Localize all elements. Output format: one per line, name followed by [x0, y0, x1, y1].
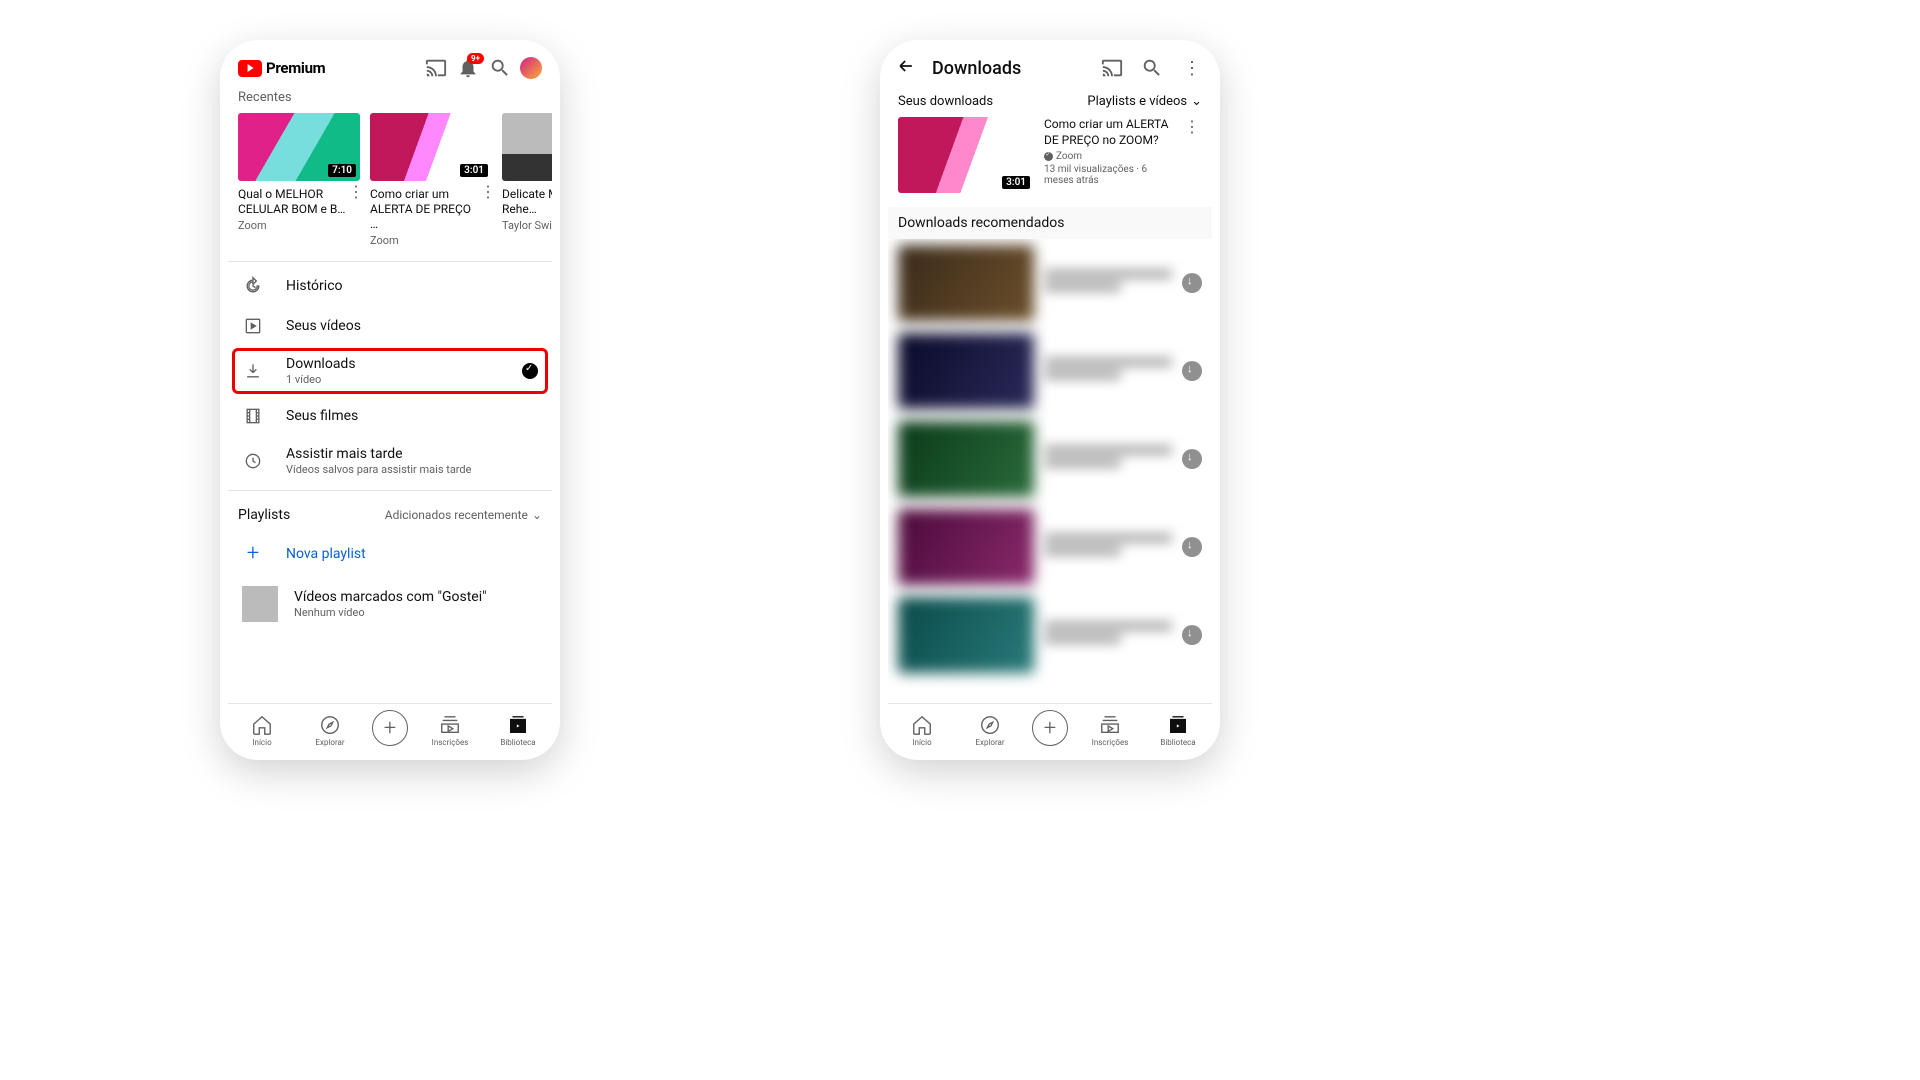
nav-create[interactable]: + [370, 710, 410, 750]
premium-label: Premium [266, 59, 325, 77]
video-thumbnail [502, 113, 552, 181]
playlists-header: Playlists Adicionados recentemente ⌄ [228, 495, 552, 531]
nav-explore[interactable]: Explorar [962, 714, 1018, 747]
video-card[interactable]: 7:10 Qual o MELHOR CELULAR BOM e B… ⋮ Zo… [238, 113, 360, 247]
watch-later-row[interactable]: Assistir mais tarde Vídeos salvos para a… [228, 436, 552, 486]
history-icon [242, 276, 264, 296]
download-button[interactable] [1182, 273, 1202, 293]
liked-playlist-row[interactable]: Vídeos marcados com "Gostei" Nenhum víde… [228, 576, 552, 632]
playlists-sort[interactable]: Adicionados recentemente ⌄ [385, 508, 542, 522]
channel-name: Zoom [370, 234, 492, 247]
youtube-logo[interactable]: Premium [238, 59, 325, 77]
nav-create[interactable]: + [1030, 710, 1070, 750]
more-icon[interactable]: ⋮ [348, 187, 360, 197]
chevron-down-icon: ⌄ [1191, 94, 1202, 109]
video-thumbnail [898, 597, 1034, 673]
duration-badge: 3:01 [1002, 176, 1030, 189]
downloads-screen: Downloads ⋮ Seus downloads Playlists e v… [880, 40, 1220, 760]
video-thumbnail: 3:01 [898, 117, 1034, 193]
bottom-nav: Início Explorar + Inscrições Biblioteca [228, 703, 552, 760]
library-screen: Premium 9+ Recentes 7:10 Qual o MELHOR C… [220, 40, 560, 760]
video-card[interactable]: Delicate Mu… Dance Rehe… Taylor Swift [502, 113, 552, 247]
more-icon[interactable]: ⋮ [1180, 56, 1204, 80]
duration-badge: 3:01 [460, 164, 488, 177]
history-row[interactable]: Histórico [228, 266, 552, 306]
download-button[interactable] [1182, 449, 1202, 469]
playlist-thumbnail [242, 586, 278, 622]
video-thumbnail [898, 245, 1034, 321]
nav-home[interactable]: Início [894, 714, 950, 747]
download-button[interactable] [1182, 537, 1202, 557]
recent-videos-row[interactable]: 7:10 Qual o MELHOR CELULAR BOM e B… ⋮ Zo… [228, 113, 552, 257]
clock-icon [242, 451, 264, 471]
back-button[interactable] [896, 56, 916, 80]
channel-name: Taylor Swift [502, 219, 552, 232]
recommended-row[interactable] [888, 503, 1212, 591]
video-thumbnail [898, 509, 1034, 585]
youtube-icon [238, 60, 262, 77]
video-meta: 13 mil visualizações · 6 meses atrás [1044, 164, 1172, 186]
downloads-row[interactable]: Downloads 1 vídeo [232, 348, 548, 394]
play-square-icon [242, 316, 264, 336]
notif-badge: 9+ [467, 53, 484, 64]
notifications-icon[interactable]: 9+ [456, 56, 480, 80]
recommended-row[interactable] [888, 327, 1212, 415]
recommended-row[interactable] [888, 415, 1212, 503]
verified-icon [1044, 152, 1053, 161]
movies-row[interactable]: Seus filmes [228, 396, 552, 436]
video-thumbnail [898, 421, 1034, 497]
check-icon [522, 363, 538, 379]
search-icon[interactable] [1140, 56, 1164, 80]
bottom-nav: Início Explorar + Inscrições Biblioteca [888, 703, 1212, 760]
recommended-row[interactable] [888, 239, 1212, 327]
chevron-down-icon: ⌄ [532, 508, 542, 522]
cast-icon[interactable] [1100, 56, 1124, 80]
download-button[interactable] [1182, 625, 1202, 645]
downloads-top-bar: Downloads ⋮ [888, 50, 1212, 90]
video-card[interactable]: 3:01 Como criar um ALERTA DE PREÇO … ⋮ Z… [370, 113, 492, 247]
nav-subscriptions[interactable]: Inscrições [422, 714, 478, 747]
recommended-header: Downloads recomendados [888, 207, 1212, 239]
filter-dropdown[interactable]: Playlists e vídeos ⌄ [1087, 94, 1202, 109]
downloaded-video-row[interactable]: 3:01 Como criar um ALERTA DE PREÇO no ZO… [888, 117, 1212, 207]
channel-name: Zoom [238, 219, 360, 232]
top-bar: Premium 9+ [228, 50, 552, 90]
downloads-subheader: Seus downloads Playlists e vídeos ⌄ [888, 90, 1212, 117]
recommended-row[interactable] [888, 591, 1212, 679]
nav-subscriptions[interactable]: Inscrições [1082, 714, 1138, 747]
recent-heading: Recentes [228, 90, 552, 113]
plus-circle-icon: + [372, 710, 408, 746]
nav-home[interactable]: Início [234, 714, 290, 747]
your-videos-row[interactable]: Seus vídeos [228, 306, 552, 346]
new-playlist-button[interactable]: + Nova playlist [228, 531, 552, 576]
page-title: Downloads [932, 58, 1084, 79]
video-thumbnail [898, 333, 1034, 409]
avatar[interactable] [520, 57, 542, 79]
film-icon [242, 406, 264, 426]
video-thumbnail: 7:10 [238, 113, 360, 181]
more-icon[interactable]: ⋮ [480, 187, 492, 197]
nav-library[interactable]: Biblioteca [490, 714, 546, 747]
cast-icon[interactable] [424, 56, 448, 80]
video-thumbnail: 3:01 [370, 113, 492, 181]
channel-name: Zoom [1044, 151, 1172, 162]
nav-library[interactable]: Biblioteca [1150, 714, 1206, 747]
nav-explore[interactable]: Explorar [302, 714, 358, 747]
search-icon[interactable] [488, 56, 512, 80]
download-icon [242, 361, 264, 381]
video-title: Qual o MELHOR CELULAR BOM e B… [238, 187, 348, 217]
download-button[interactable] [1182, 361, 1202, 381]
plus-icon: + [242, 541, 264, 566]
duration-badge: 7:10 [328, 164, 356, 177]
video-title: Como criar um ALERTA DE PREÇO no ZOOM? [1044, 117, 1172, 148]
video-title: Como criar um ALERTA DE PREÇO … [370, 187, 480, 232]
video-title: Delicate Mu… Dance Rehe… [502, 187, 552, 217]
your-downloads-label: Seus downloads [898, 94, 1087, 109]
plus-circle-icon: + [1032, 710, 1068, 746]
more-icon[interactable]: ⋮ [1182, 117, 1202, 193]
